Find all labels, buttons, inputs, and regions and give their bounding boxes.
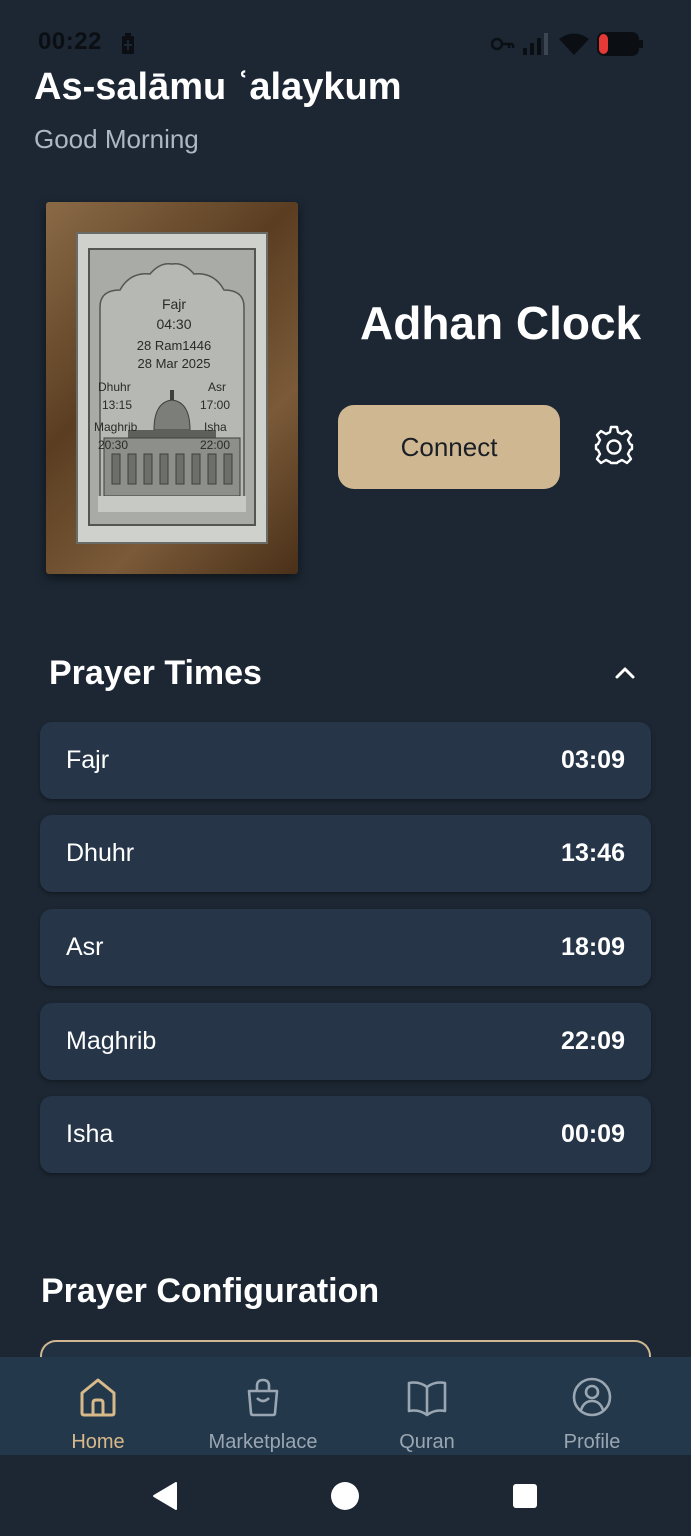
prayer-row-dhuhr[interactable]: Dhuhr 13:46 bbox=[40, 815, 651, 892]
prayer-name: Fajr bbox=[66, 746, 110, 774]
prayer-row-asr[interactable]: Asr 18:09 bbox=[40, 909, 651, 986]
device-title: Adhan Clock bbox=[360, 297, 642, 349]
wifi-icon bbox=[559, 33, 589, 55]
nav-label: Marketplace bbox=[208, 1431, 318, 1453]
nav-label: Quran bbox=[399, 1431, 455, 1453]
status-icons bbox=[491, 30, 643, 58]
prayer-times-title: Prayer Times bbox=[49, 654, 262, 692]
preview-dhuhr-time: 13:15 bbox=[102, 398, 133, 412]
nav-item-home[interactable]: Home bbox=[23, 1357, 173, 1455]
battery-saver-icon bbox=[122, 33, 134, 54]
greeting-title: As-salāmu ʿalaykum bbox=[34, 66, 402, 108]
status-time: 00:22 bbox=[38, 28, 102, 55]
prayer-time: 22:09 bbox=[561, 1027, 625, 1055]
prayer-name: Dhuhr bbox=[66, 839, 135, 867]
prayer-time: 18:09 bbox=[561, 933, 625, 961]
prayer-row-isha[interactable]: Isha 00:09 bbox=[40, 1096, 651, 1173]
system-navigation-bar bbox=[0, 1455, 691, 1536]
preview-hijri-date: 28 Ram1446 bbox=[136, 338, 212, 353]
home-circle-icon[interactable] bbox=[330, 1481, 360, 1511]
device-image: Fajr 04:30 28 Ram1446 28 Mar 2025 Dhuhr … bbox=[46, 202, 298, 574]
recents-icon[interactable] bbox=[512, 1483, 538, 1509]
prayer-time: 03:09 bbox=[561, 746, 625, 774]
signal-icon bbox=[523, 33, 548, 55]
battery-icon bbox=[597, 32, 643, 56]
nav-label: Home bbox=[71, 1431, 125, 1453]
book-icon bbox=[407, 1381, 447, 1417]
profile-icon bbox=[572, 1377, 612, 1417]
back-icon[interactable] bbox=[150, 1481, 180, 1511]
preview-maghrib-time: 20:30 bbox=[98, 438, 129, 452]
connect-button[interactable]: Connect bbox=[338, 405, 560, 489]
prayer-configuration-title: Prayer Configuration bbox=[41, 1272, 380, 1310]
nav-label: Profile bbox=[563, 1431, 621, 1453]
prayer-name: Maghrib bbox=[66, 1027, 157, 1055]
prayer-row-fajr[interactable]: Fajr 03:09 bbox=[40, 722, 651, 799]
preview-maghrib-label: Maghrib bbox=[94, 420, 138, 434]
preview-prayer: Fajr bbox=[161, 296, 187, 312]
chevron-up-icon[interactable] bbox=[612, 660, 638, 686]
preview-asr-time: 17:00 bbox=[200, 398, 231, 412]
prayer-name: Isha bbox=[66, 1120, 114, 1148]
nav-item-profile[interactable]: Profile bbox=[517, 1357, 667, 1455]
settings-gear-icon[interactable] bbox=[592, 425, 636, 469]
bottom-navigation: Home Marketplace Quran Profile bbox=[0, 1357, 691, 1455]
prayer-time: 13:46 bbox=[561, 839, 625, 867]
preview-isha-label: Isha bbox=[204, 420, 227, 434]
home-icon bbox=[80, 1378, 116, 1417]
status-bar: 00:22 bbox=[0, 0, 691, 68]
preview-dhuhr-label: Dhuhr bbox=[98, 380, 131, 394]
prayer-name: Asr bbox=[66, 933, 104, 961]
preview-gregorian-date: 28 Mar 2025 bbox=[137, 356, 211, 371]
prayer-time: 00:09 bbox=[561, 1120, 625, 1148]
preview-asr-label: Asr bbox=[208, 380, 226, 394]
vpn-key-icon bbox=[491, 37, 515, 51]
prayer-row-maghrib[interactable]: Maghrib 22:09 bbox=[40, 1003, 651, 1080]
preview-isha-time: 22:00 bbox=[200, 438, 231, 452]
nav-item-marketplace[interactable]: Marketplace bbox=[188, 1357, 338, 1455]
preview-time: 04:30 bbox=[156, 316, 192, 332]
greeting-subtitle: Good Morning bbox=[34, 124, 199, 154]
shopping-bag-icon bbox=[247, 1378, 279, 1417]
nav-item-quran[interactable]: Quran bbox=[352, 1357, 502, 1455]
